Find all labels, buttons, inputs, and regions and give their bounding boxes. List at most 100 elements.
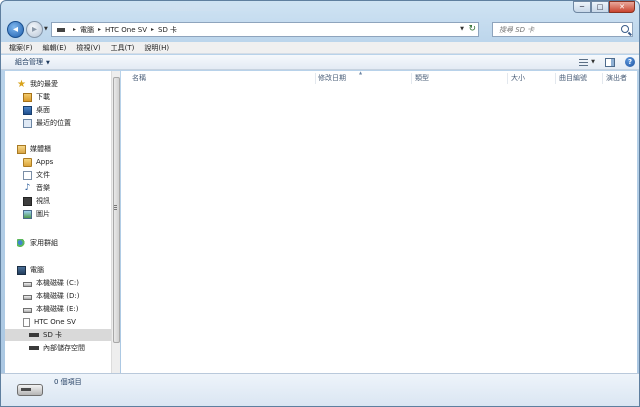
command-bar-right: ▼ ? (573, 57, 635, 67)
nav-item-label: 本機磁碟 (C:) (36, 279, 79, 287)
organize-label: 組合管理 (15, 58, 43, 66)
column-divider[interactable] (507, 73, 508, 84)
drive-icon (57, 27, 65, 32)
column-header-size[interactable]: 大小 (511, 73, 525, 85)
nav-item-drive-c[interactable]: 本機磁碟 (C:) (23, 277, 79, 289)
item-count: 0 個項目 (54, 378, 82, 386)
nav-item-label: 桌面 (36, 106, 50, 114)
nav-item-label: 圖片 (36, 210, 50, 218)
column-header-type[interactable]: 類型 (415, 73, 429, 85)
column-divider[interactable] (411, 73, 412, 84)
nav-item-internal-storage[interactable]: 內部儲存空間 (29, 342, 85, 354)
nav-item-label: 內部儲存空間 (43, 344, 85, 352)
storage-icon (29, 346, 39, 350)
nav-item-htc-one-sv[interactable]: HTC One SV (23, 316, 76, 328)
search-icon[interactable] (621, 25, 629, 33)
nav-item-drive-e[interactable]: 本機磁碟 (E:) (23, 303, 78, 315)
change-view-icon[interactable] (579, 58, 589, 67)
recent-pages-dropdown[interactable]: ▼ (44, 26, 48, 32)
menu-help[interactable]: 說明(H) (144, 43, 169, 53)
nav-item-label: 本機磁碟 (E:) (36, 305, 79, 313)
breadcrumb-computer[interactable]: 電腦 (80, 25, 94, 35)
nav-item-label: 本機磁碟 (D:) (36, 292, 80, 300)
navigation-row: ◂ ▸ ▼ ▸ 電腦 ▸ HTC One SV ▸ SD 卡 ▼ ↻ (5, 19, 637, 41)
refresh-icon[interactable]: ↻ (468, 24, 476, 34)
nav-item-sd-card[interactable]: SD 卡 (5, 329, 111, 341)
nav-item-pictures[interactable]: 圖片 (23, 208, 50, 220)
video-icon (23, 196, 32, 206)
breadcrumb-htc-one-sv[interactable]: HTC One SV (105, 26, 147, 34)
menu-bar: 檔案(F) 編輯(E) 檢視(V) 工具(T) 說明(H) (1, 42, 639, 54)
nav-item-documents[interactable]: 文件 (23, 169, 50, 181)
nav-computer-label: 電腦 (30, 266, 44, 274)
hard-drive-icon (23, 294, 32, 300)
nav-item-drive-d[interactable]: 本機磁碟 (D:) (23, 290, 79, 302)
sd-card-large-icon (17, 384, 43, 396)
preview-pane-icon[interactable] (605, 57, 615, 67)
nav-item-label: SD 卡 (43, 331, 63, 339)
column-header-name[interactable]: 名稱 (132, 73, 146, 85)
nav-favorites[interactable]: ★ 我的最愛 (17, 78, 58, 90)
sort-indicator-icon: ▲ (359, 70, 363, 75)
nav-item-apps[interactable]: Apps (23, 156, 53, 168)
search-input[interactable] (499, 25, 617, 34)
nav-libraries[interactable]: 媒體櫃 (17, 143, 51, 155)
search-box[interactable] (492, 22, 633, 37)
column-divider[interactable] (602, 73, 603, 84)
nav-item-downloads[interactable]: 下載 (23, 91, 50, 103)
command-bar: 組合管理 ▼ ▼ ? (1, 55, 639, 70)
column-divider[interactable] (555, 73, 556, 84)
chevron-down-icon: ▼ (46, 60, 50, 66)
breadcrumb-separator: ▸ (73, 26, 77, 33)
window-controls: ─ □ ✕ (573, 1, 635, 13)
homegroup-icon (17, 238, 26, 248)
column-header-track-number[interactable]: 曲目編號 (559, 73, 587, 85)
close-button[interactable]: ✕ (609, 1, 635, 13)
view-options-dropdown-icon[interactable]: ▼ (591, 59, 595, 65)
menu-edit[interactable]: 編輯(E) (43, 43, 67, 53)
explorer-window: ─ □ ✕ ◂ ▸ ▼ ▸ 電腦 ▸ HTC One SV ▸ SD 卡 ▼ ↻… (0, 0, 640, 407)
nav-homegroup[interactable]: 家用群組 (17, 237, 58, 249)
nav-homegroup-label: 家用群組 (30, 239, 58, 247)
computer-icon (17, 265, 26, 275)
breadcrumb-sd-card[interactable]: SD 卡 (158, 25, 177, 35)
nav-item-label: 最近的位置 (36, 119, 71, 127)
hard-drive-icon (23, 281, 32, 287)
nav-computer[interactable]: 電腦 (17, 264, 44, 276)
column-header-date-modified[interactable]: 修改日期 (318, 73, 346, 85)
nav-item-label: 文件 (36, 171, 50, 179)
menu-tools[interactable]: 工具(T) (111, 43, 135, 53)
breadcrumb-separator: ▸ (150, 26, 154, 33)
menu-view[interactable]: 檢視(V) (76, 43, 100, 53)
libraries-icon (17, 144, 26, 154)
column-divider[interactable] (315, 73, 316, 84)
nav-item-music[interactable]: ♪ 音樂 (23, 182, 50, 194)
file-list: ▲ 名稱 修改日期 類型 大小 曲目編號 演出者 (121, 70, 637, 373)
scroll-grip-icon (114, 205, 117, 210)
hard-drive-icon (23, 307, 32, 313)
nav-scrollbar-thumb[interactable] (113, 77, 120, 343)
details-pane: 0 個項目 (1, 373, 639, 406)
column-header-artist[interactable]: 演出者 (606, 73, 627, 85)
minimize-button[interactable]: ─ (573, 1, 591, 13)
pictures-icon (23, 209, 32, 219)
documents-icon (23, 170, 32, 180)
maximize-button[interactable]: □ (591, 1, 609, 13)
nav-scrollbar[interactable] (111, 71, 120, 373)
address-dropdown-icon[interactable]: ▼ (460, 26, 464, 32)
nav-favorites-label: 我的最愛 (30, 80, 58, 88)
address-bar[interactable]: ▸ 電腦 ▸ HTC One SV ▸ SD 卡 ▼ ↻ (51, 22, 479, 37)
organize-button[interactable]: 組合管理 ▼ (15, 57, 50, 67)
nav-item-desktop[interactable]: 桌面 (23, 104, 50, 116)
nav-item-label: HTC One SV (34, 318, 76, 326)
nav-item-recent-places[interactable]: 最近的位置 (23, 117, 71, 129)
menu-file[interactable]: 檔案(F) (9, 43, 33, 53)
nav-item-videos[interactable]: 視訊 (23, 195, 50, 207)
folder-icon (23, 157, 32, 167)
help-icon[interactable]: ? (625, 57, 635, 67)
forward-button[interactable]: ▸ (26, 21, 43, 38)
back-button[interactable]: ◂ (7, 21, 24, 38)
breadcrumb-separator: ▸ (98, 26, 102, 33)
navigation-pane: ★ 我的最愛 下載 桌面 最近的位置 媒體櫃 Apps 文件 ♪ 音樂 視訊 圖… (5, 71, 120, 373)
recent-places-icon (23, 118, 32, 128)
